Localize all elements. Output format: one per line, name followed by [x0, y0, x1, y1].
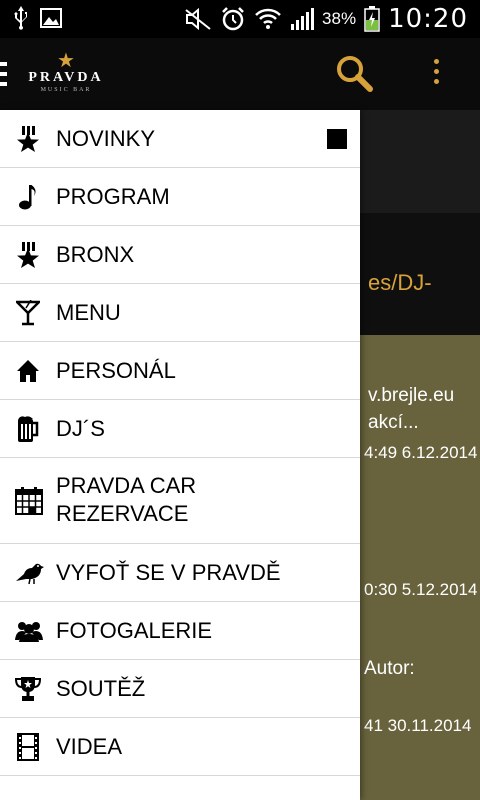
drawer-item-djs[interactable]: DJ´S [0, 400, 360, 458]
drawer-item-label: BRONX [56, 241, 135, 267]
star-bars-icon [15, 125, 41, 152]
drawer-item-pravda-car[interactable]: PRAVDA CAR REZERVACE [0, 458, 360, 544]
drawer-item-bronx[interactable]: BRONX [0, 226, 360, 284]
trophy-icon [15, 676, 41, 702]
calendar-icon [15, 486, 43, 515]
drawer-toggle-icon[interactable] [0, 62, 7, 86]
drawer-item-label: DJ´S [56, 415, 105, 441]
wifi-icon [254, 7, 282, 31]
battery-percent: 38% [322, 9, 357, 28]
status-bar: 38% 10:20 [0, 0, 480, 38]
drawer-item-soutez[interactable]: SOUTĚŽ [0, 660, 360, 718]
action-bar: ★ PRAVDA MUSIC BAR [0, 38, 480, 110]
bird-icon [15, 560, 45, 586]
home-icon [15, 358, 41, 384]
clock: 10:20 [388, 4, 468, 34]
beer-mug-icon [15, 415, 41, 442]
drawer-item-menu[interactable]: MENU [0, 284, 360, 342]
alarm-icon [220, 6, 246, 32]
search-icon [337, 56, 373, 92]
drawer-item-label: PRAVDA CAR REZERVACE [56, 473, 197, 526]
mute-icon [184, 7, 212, 31]
signal-icon [290, 7, 315, 31]
navigation-drawer: NOVINKY PROGRAM BRONX MENU PERSONÁL DJ´S [0, 110, 360, 800]
people-icon [15, 618, 43, 644]
drawer-item-label: VYFOŤ SE V PRAVDĚ [56, 559, 281, 585]
star-icon: ★ [57, 50, 75, 72]
overflow-menu-button[interactable] [426, 56, 446, 92]
search-button[interactable] [334, 54, 374, 94]
drawer-item-program[interactable]: PROGRAM [0, 168, 360, 226]
drawer-item-label: SOUTĚŽ [56, 675, 146, 701]
drawer-item-label: PERSONÁL [56, 357, 176, 383]
battery-charging-icon [364, 6, 380, 32]
drawer-item-personal[interactable]: PERSONÁL [0, 342, 360, 400]
drawer-item-fotogalerie[interactable]: FOTOGALERIE [0, 602, 360, 660]
article-snippet: v.brejle.eu [368, 385, 455, 406]
logo-name: PRAVDA [28, 70, 104, 85]
drawer-item-videa[interactable]: VIDEA [0, 718, 360, 776]
drawer-item-label: FOTOGALERIE [56, 617, 213, 643]
drawer-item-label: NOVINKY [56, 125, 156, 151]
article-date: 4:49 6.12.2014 [364, 443, 478, 462]
drawer-item-label: VIDEA [56, 733, 123, 759]
article-date-3: 41 30.11.2014 [364, 716, 472, 735]
usb-icon [14, 6, 28, 30]
drawer-item-label: MENU [56, 299, 121, 325]
music-note-icon [15, 184, 41, 210]
article-title: es/DJ- [368, 270, 432, 295]
cocktail-icon [15, 299, 41, 326]
drawer-item-label: PROGRAM [56, 183, 170, 209]
app-logo[interactable]: ★ PRAVDA MUSIC BAR [20, 50, 112, 96]
film-icon [15, 732, 41, 761]
drawer-item-vyfot-se[interactable]: VYFOŤ SE V PRAVDĚ [0, 544, 360, 602]
article-date-2: 0:30 5.12.2014 [364, 580, 478, 599]
selected-indicator [327, 129, 347, 149]
star-bars-icon [15, 241, 41, 268]
article-snippet-2: akcí... [368, 412, 419, 433]
image-icon [40, 8, 62, 28]
drawer-item-novinky[interactable]: NOVINKY [0, 110, 360, 168]
article-author: Autor: [364, 658, 415, 679]
logo-subtitle: MUSIC BAR [40, 87, 92, 93]
